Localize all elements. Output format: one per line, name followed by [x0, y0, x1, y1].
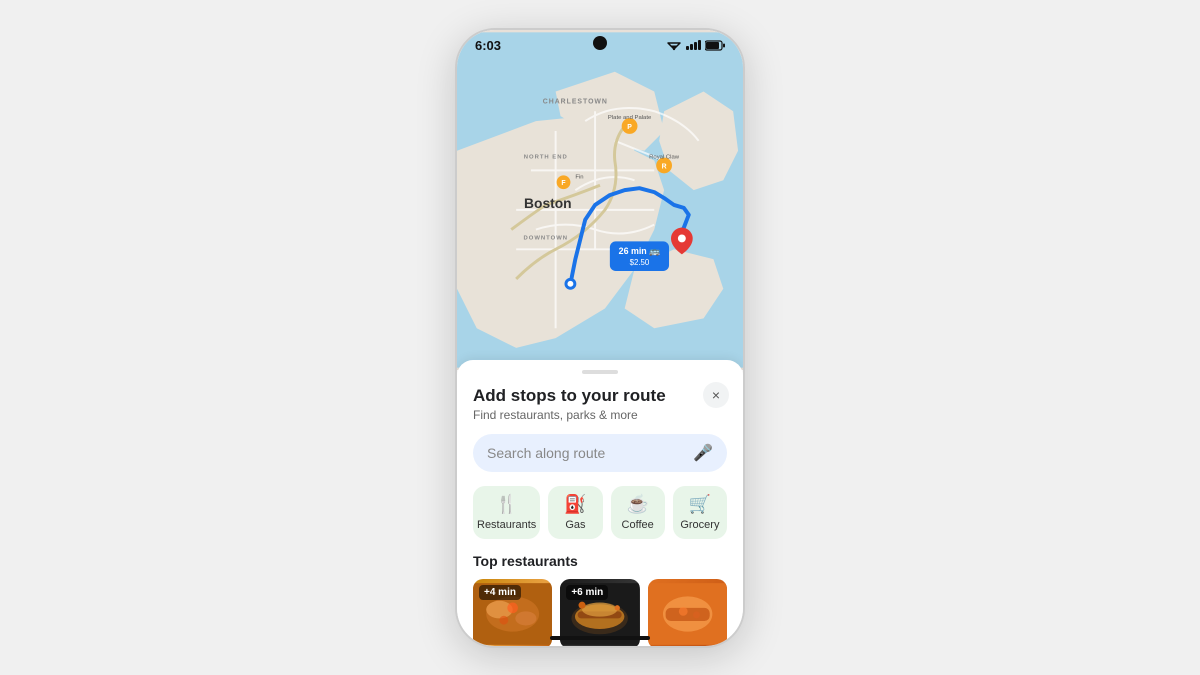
- svg-text:26 min 🚌: 26 min 🚌: [619, 246, 661, 256]
- sheet-title: Add stops to your route: [473, 386, 727, 406]
- wifi-icon: [666, 39, 682, 51]
- sheet-handle[interactable]: [582, 370, 618, 374]
- category-grocery[interactable]: 🛒 Grocery: [673, 486, 727, 539]
- search-placeholder: Search along route: [487, 445, 685, 461]
- microphone-icon[interactable]: 🎤: [693, 443, 713, 463]
- restaurants-label: Restaurants: [477, 519, 536, 531]
- map-area: 26 min 🚌 $2.50 CHARLESTOWN NORTH END Bos…: [457, 30, 743, 370]
- map-svg: 26 min 🚌 $2.50 CHARLESTOWN NORTH END Bos…: [457, 30, 743, 370]
- card-time-badge-1: +4 min: [479, 585, 521, 600]
- grocery-label: Grocery: [680, 519, 719, 531]
- bottom-sheet: Add stops to your route Find restaurants…: [457, 360, 743, 646]
- gas-icon: ⛽: [564, 494, 586, 515]
- svg-text:Boston: Boston: [524, 195, 572, 210]
- svg-text:P: P: [627, 123, 632, 130]
- svg-text:DOWNTOWN: DOWNTOWN: [523, 235, 568, 241]
- svg-text:F: F: [561, 180, 565, 187]
- close-button[interactable]: ×: [703, 382, 729, 408]
- svg-text:NORTH END: NORTH END: [524, 154, 568, 160]
- restaurant-card-3[interactable]: [648, 579, 727, 648]
- section-title: Top restaurants: [473, 553, 727, 569]
- status-time: 6:03: [475, 38, 501, 53]
- home-indicator[interactable]: [550, 636, 650, 640]
- svg-text:R: R: [662, 163, 667, 170]
- svg-text:$2.50: $2.50: [630, 258, 650, 267]
- status-icons: [666, 39, 725, 51]
- status-bar: 6:03: [457, 30, 743, 57]
- category-restaurants[interactable]: 🍴 Restaurants: [473, 486, 540, 539]
- battery-icon: [705, 40, 725, 51]
- restaurants-icon: 🍴: [495, 494, 517, 515]
- svg-text:Fin: Fin: [575, 174, 583, 180]
- category-coffee[interactable]: ☕ Coffee: [611, 486, 665, 539]
- gas-label: Gas: [565, 519, 585, 531]
- search-bar[interactable]: Search along route 🎤: [473, 434, 727, 472]
- coffee-label: Coffee: [622, 519, 654, 531]
- camera-notch: [593, 36, 607, 50]
- category-gas[interactable]: ⛽ Gas: [548, 486, 602, 539]
- svg-text:Royal Claw: Royal Claw: [649, 154, 680, 160]
- phone-frame: 6:03: [455, 28, 745, 648]
- coffee-icon: ☕: [626, 494, 648, 515]
- restaurant-card-1[interactable]: +4 min: [473, 579, 552, 648]
- grocery-icon: 🛒: [689, 494, 711, 515]
- svg-text:CHARLESTOWN: CHARLESTOWN: [543, 98, 608, 105]
- sheet-subtitle: Find restaurants, parks & more: [473, 408, 727, 422]
- category-row: 🍴 Restaurants ⛽ Gas ☕ Coffee 🛒 Grocery: [473, 486, 727, 539]
- svg-text:Plate and Palate: Plate and Palate: [608, 115, 652, 121]
- signal-icon: [686, 40, 701, 50]
- card-time-badge-2: +6 min: [566, 585, 608, 600]
